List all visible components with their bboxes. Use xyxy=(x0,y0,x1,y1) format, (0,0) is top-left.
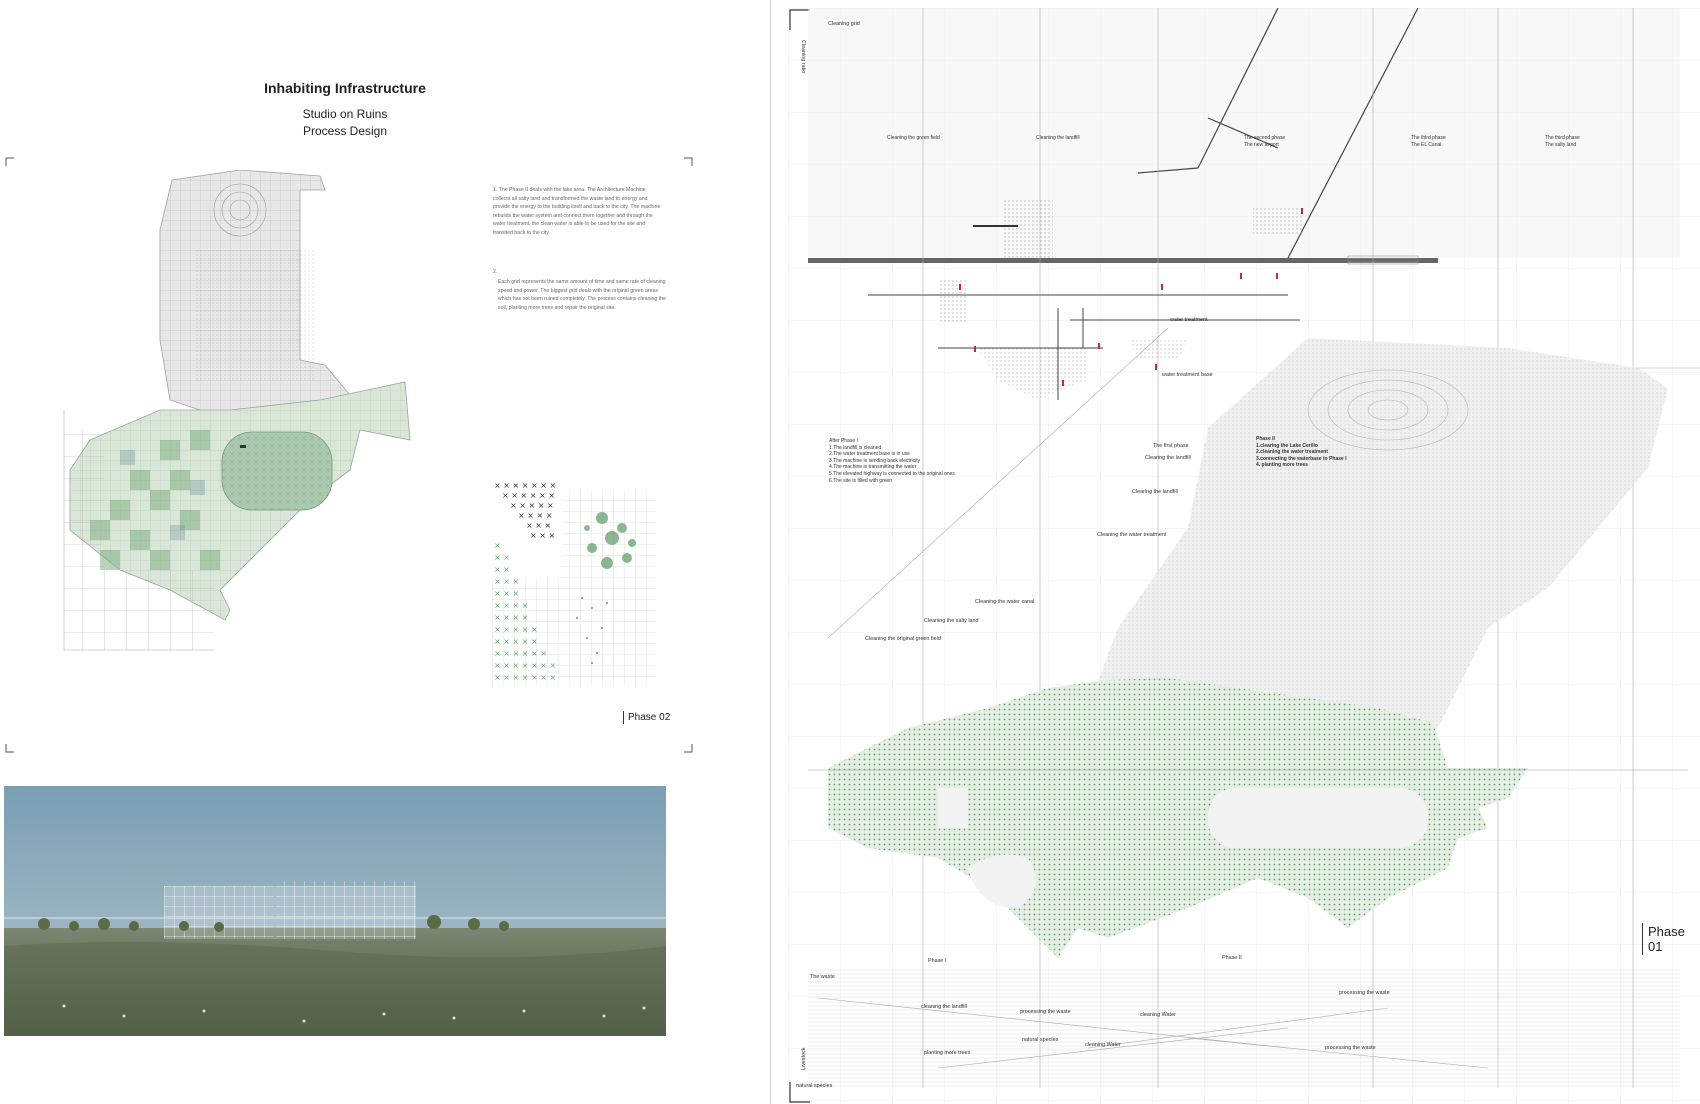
svg-text:× × × ×: × × × × xyxy=(518,511,552,520)
process-label-landfill-1: Clearing the landfill xyxy=(1145,455,1191,461)
top-label-salty-land: The third phase The salty land xyxy=(1545,135,1580,148)
description-phase-2: 1. The Phase II deals with the lake area… xyxy=(493,187,661,236)
cleaning-ratio-label: Cleaning ratio xyxy=(800,40,806,74)
svg-text:× × × × ×: × × × × × xyxy=(494,625,538,634)
svg-text:× × × ×: × × × × xyxy=(494,601,528,610)
svg-text:× × × × ×: × × × × × xyxy=(494,637,538,646)
cleaning-grid-label: Cleaning grid xyxy=(828,21,860,27)
top-label-el-canal: The third phase The EL Canal xyxy=(1411,135,1446,148)
svg-text:× ×: × × xyxy=(494,565,510,574)
svg-text:× × × × ×: × × × × × xyxy=(510,501,554,510)
process-label-water-treatment: Cleaning the water treatment xyxy=(1097,532,1167,538)
bottom-label-processing-waste-1: processing the waste xyxy=(1020,1009,1071,1015)
water-treatment-base-label: water treatment base xyxy=(1162,372,1213,378)
phase-ii-label: Phase II xyxy=(1222,955,1242,961)
landscape-rendering xyxy=(4,786,666,1036)
svg-text:× × × × × × ×: × × × × × × × xyxy=(494,673,556,682)
bottom-label-the-waste: The waste xyxy=(810,974,835,980)
phase-02-tag: Phase 02 xyxy=(623,711,674,724)
description-number-2: 2. xyxy=(493,269,498,275)
process-diagram xyxy=(788,8,1700,1104)
process-label-original-green: Cleaning the original green field xyxy=(865,636,941,642)
bottom-label-planting-more-trees: planting more trees xyxy=(924,1050,971,1056)
svg-text:× × ×: × × × xyxy=(526,521,551,530)
phase-i-label: Phase I xyxy=(928,958,947,964)
bottom-label-cleaning-landfill: cleaning the landfill xyxy=(921,1004,967,1010)
svg-text:× × ×: × × × xyxy=(530,531,555,540)
svg-text:× × × × × × ×: × × × × × × × xyxy=(494,661,556,670)
phase-01-tag: Phase 01 xyxy=(1642,923,1700,955)
svg-text:× × × × × ×: × × × × × × xyxy=(502,491,555,500)
site-plan-phase-02 xyxy=(63,170,411,651)
bottom-label-processing-waste-3: processing the waste xyxy=(1325,1045,1376,1051)
svg-text:× × × × × ×: × × × × × × xyxy=(494,649,547,658)
process-label-landfill-2: Clearing the landfill xyxy=(1132,489,1178,495)
svg-text:× × ×: × × × xyxy=(494,577,519,586)
bottom-label-natural-species-1: natural species xyxy=(1022,1037,1059,1043)
top-label-landfill: Cleaning the landfill xyxy=(1036,135,1080,141)
process-label-water-canal: Cleaning the water canal xyxy=(975,599,1035,605)
svg-text:× × × ×: × × × × xyxy=(494,613,528,622)
description-grid: Each grid represents the same amount of … xyxy=(498,279,666,311)
svg-text:×: × xyxy=(494,541,501,550)
cleaning-grid-diagram: × × × × × × × × × × × × × × × × × × × × … xyxy=(492,481,656,686)
bottom-label-cleaning-water-2: cleaning Water xyxy=(1085,1042,1121,1048)
panel-divider xyxy=(770,0,771,1104)
bottom-left-vertical-label: Livestock xyxy=(801,1047,807,1070)
bottom-label-cleaning-water-1: cleaning Water xyxy=(1140,1012,1176,1018)
top-label-second-phase: The second phase The new airport xyxy=(1244,135,1286,148)
top-label-green-field: Cleaning the green field xyxy=(887,135,940,141)
svg-text:× ×: × × xyxy=(494,553,510,562)
water-treatment-label: water treatment xyxy=(1170,317,1208,323)
svg-text:× × ×: × × × xyxy=(494,589,519,598)
after-phase-i-note: After Phase I 1.The landfill is cleaned … xyxy=(829,438,955,484)
process-label-salty-land: Cleaning the salty land xyxy=(924,618,979,624)
bottom-label-processing-waste-2: processing the waste xyxy=(1339,990,1390,996)
bottom-label-natural-species-2: natural species xyxy=(796,1083,833,1089)
process-label-first-phase: The first phase xyxy=(1153,443,1189,449)
svg-text:× × × × × × ×: × × × × × × × xyxy=(494,481,556,490)
phase-ii-note: Phase II 1.clearing the Lake Cerillo 2.c… xyxy=(1256,436,1347,469)
